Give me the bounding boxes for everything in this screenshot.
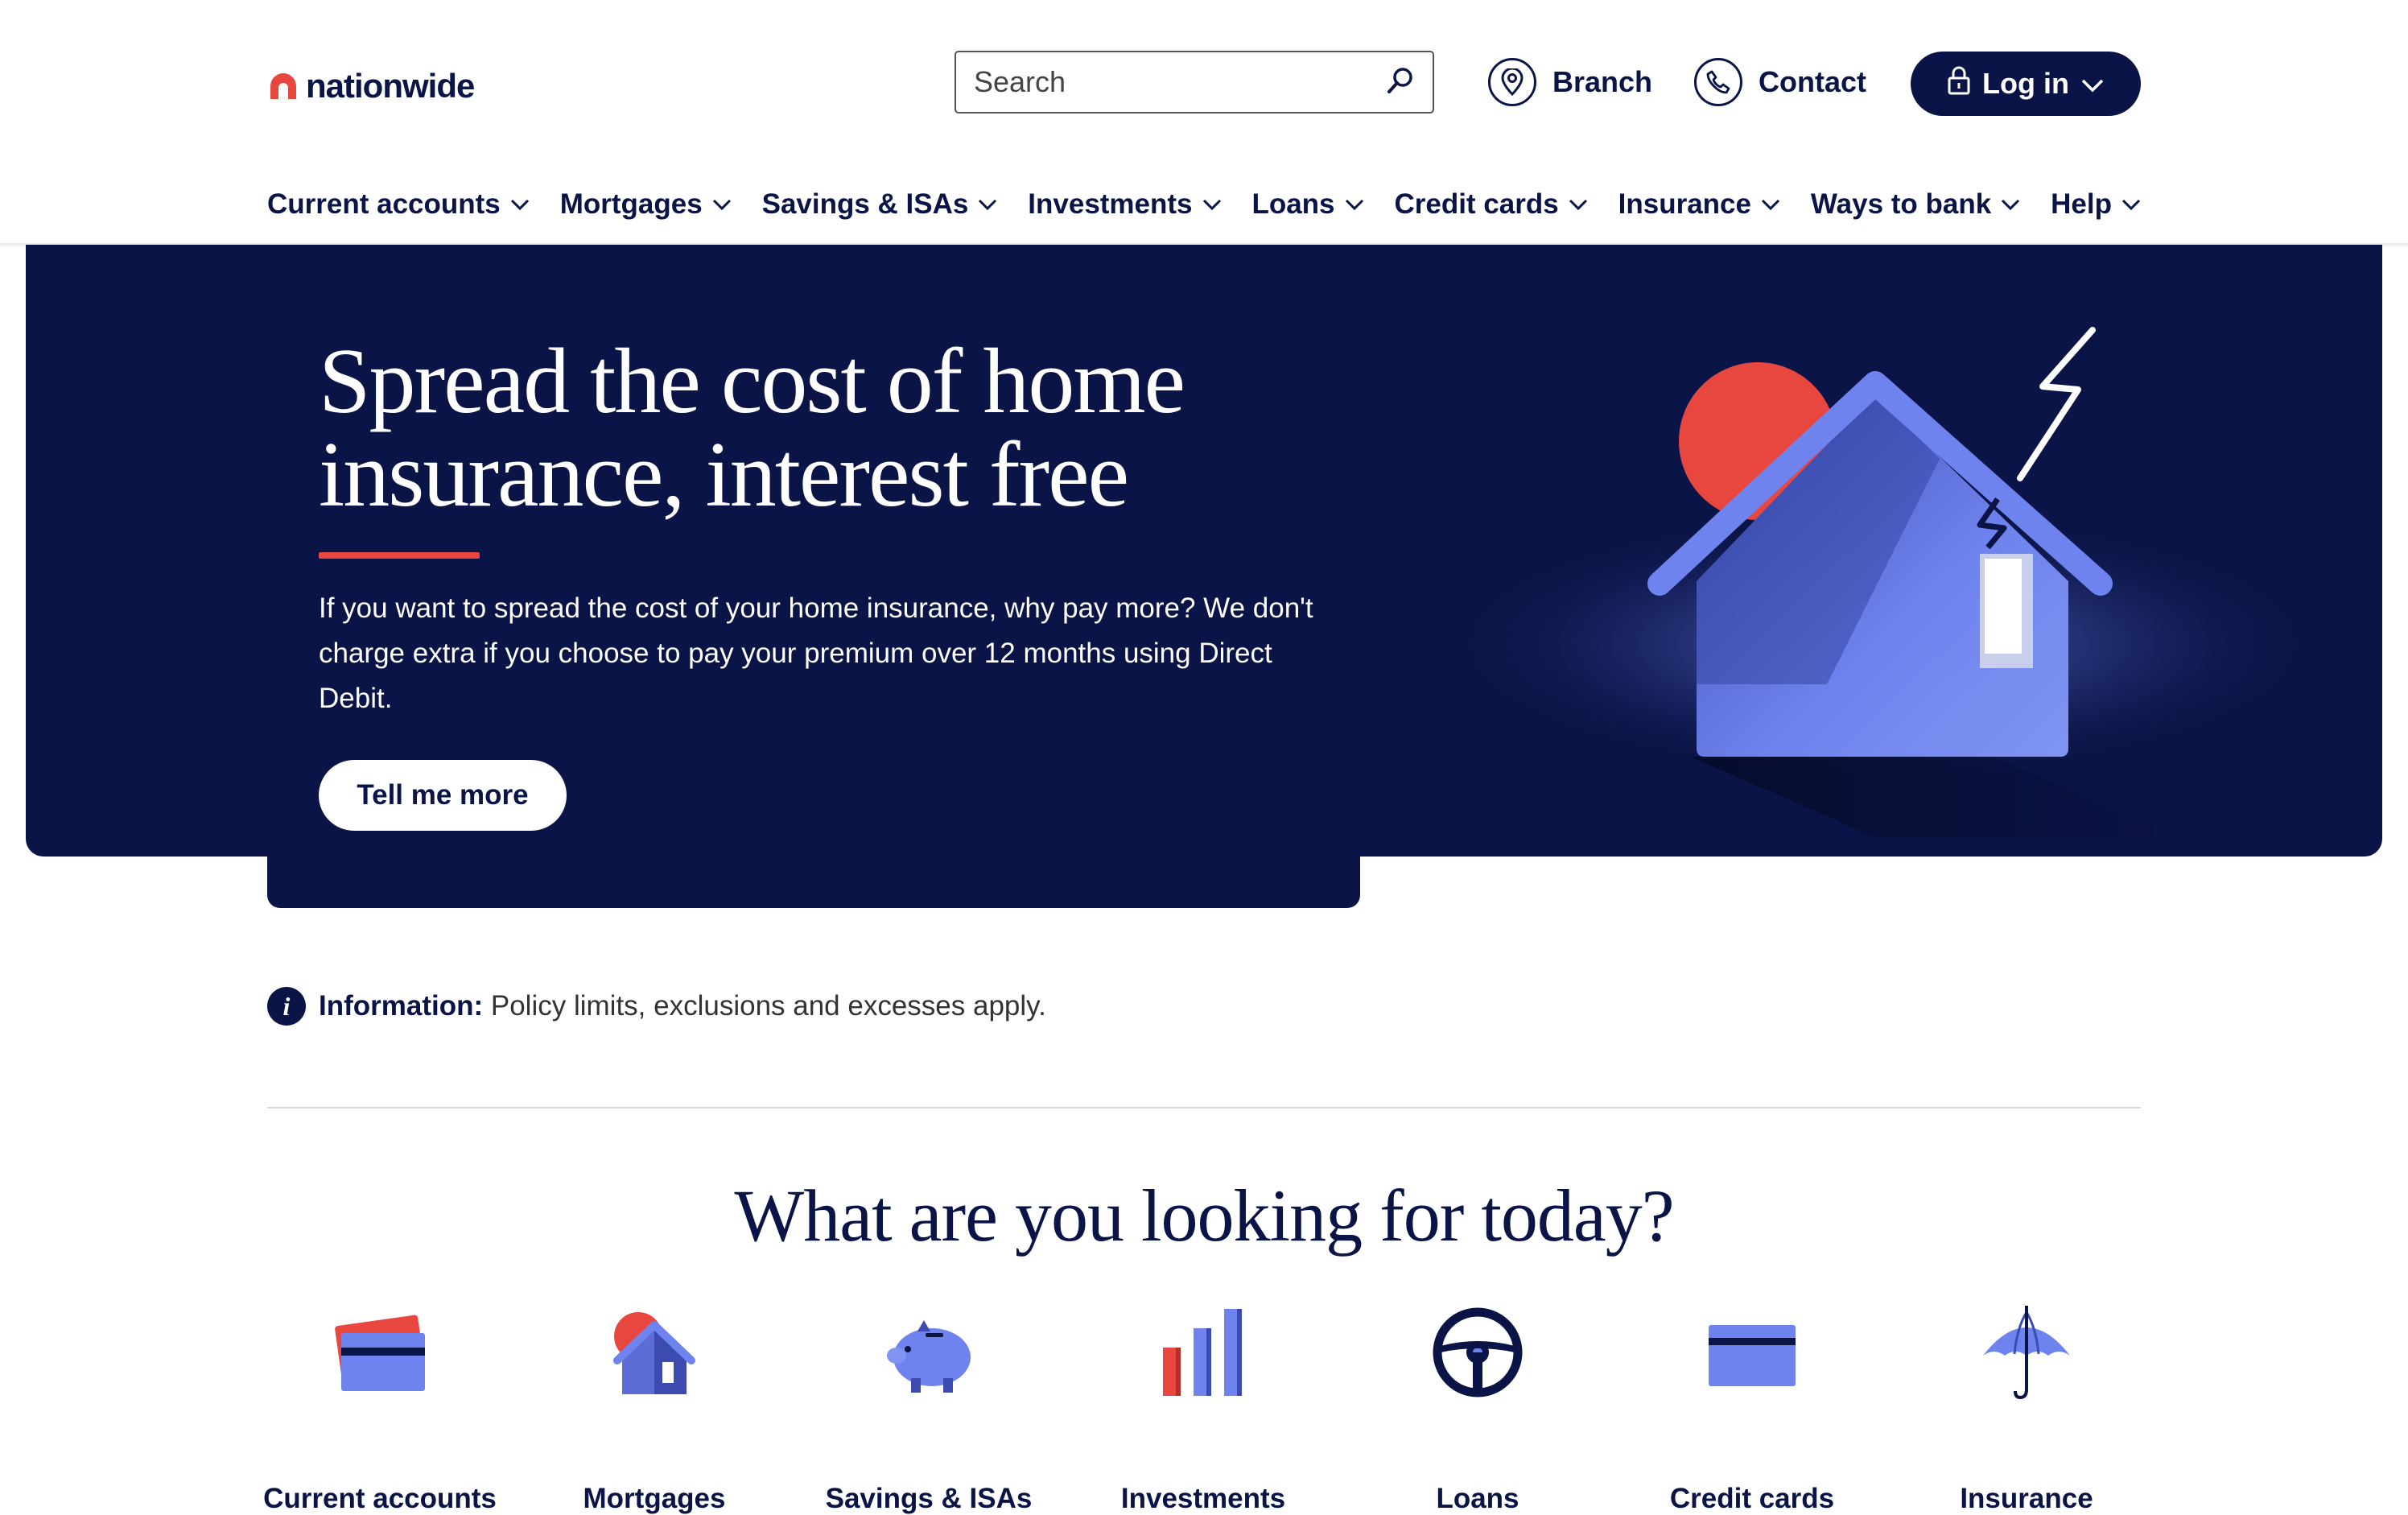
main-navigation: Current accounts Mortgages Savings & ISA… <box>267 180 2141 229</box>
nav-item-help[interactable]: Help <box>2051 188 2141 221</box>
nav-item-current-accounts[interactable]: Current accounts <box>267 188 530 221</box>
chevron-down-icon <box>712 199 731 211</box>
umbrella-icon <box>1978 1304 2075 1401</box>
tile-loans[interactable]: Loans <box>1357 1304 1598 1514</box>
contact-label: Contact <box>1759 65 1866 98</box>
tile-investments[interactable]: Investments <box>1082 1304 1324 1514</box>
nationwide-logo[interactable]: nationwide <box>267 66 475 106</box>
chevron-down-icon <box>2121 199 2141 211</box>
nav-item-label: Insurance <box>1618 188 1751 220</box>
contact-link[interactable]: Contact <box>1694 58 1866 106</box>
nav-item-label: Investments <box>1028 188 1193 220</box>
nav-item-label: Mortgages <box>559 188 703 220</box>
tile-label: Loans <box>1436 1483 1519 1514</box>
search-input[interactable] <box>974 65 1386 99</box>
nav-item-credit-cards[interactable]: Credit cards <box>1394 188 1587 221</box>
hero-title: Spread the cost of home insurance, inter… <box>319 335 1284 522</box>
tile-label: Mortgages <box>583 1483 726 1514</box>
chevron-down-icon <box>2002 199 2020 211</box>
chevron-down-icon <box>1345 199 1363 211</box>
bar-chart-icon <box>1155 1304 1251 1401</box>
nav-item-insurance[interactable]: Insurance <box>1618 188 1780 221</box>
nav-item-label: Credit cards <box>1394 188 1559 220</box>
nav-item-loans[interactable]: Loans <box>1251 188 1363 221</box>
tile-insurance[interactable]: Insurance <box>1906 1304 2147 1514</box>
house-with-lightning-illustration <box>1425 306 2342 853</box>
information-text: Policy limits, exclusions and excesses a… <box>490 990 1046 1022</box>
search-box[interactable] <box>955 51 1434 114</box>
search-icon[interactable] <box>1386 66 1415 99</box>
nav-item-label: Current accounts <box>267 188 501 220</box>
chevron-down-icon <box>1202 199 1221 211</box>
nationwide-logo-mark-icon <box>267 70 299 102</box>
tile-label: Insurance <box>1960 1483 2093 1514</box>
tile-label: Investments <box>1120 1483 1286 1514</box>
tile-credit-cards[interactable]: Credit cards <box>1631 1304 1873 1514</box>
tile-label: Savings & ISAs <box>825 1483 1033 1514</box>
tell-me-more-button[interactable]: Tell me more <box>319 760 567 831</box>
hero-title-line-1: Spread the cost of home <box>319 330 1185 433</box>
looking-for-title: What are you looking for today? <box>734 1174 1674 1257</box>
steering-wheel-icon <box>1429 1304 1526 1401</box>
log-in-button[interactable]: Log in <box>1911 52 2141 116</box>
nav-item-mortgages[interactable]: Mortgages <box>560 188 732 221</box>
nav-item-investments[interactable]: Investments <box>1028 188 1221 221</box>
tile-current-accounts[interactable]: Current accounts <box>259 1304 501 1514</box>
chevron-down-icon <box>2080 67 2105 101</box>
piggy-bank-icon <box>880 1304 977 1401</box>
branch-label: Branch <box>1552 65 1653 98</box>
info-icon: i <box>267 987 306 1026</box>
information-notice: i Information: Policy limits, exclusions… <box>267 987 1046 1026</box>
nav-item-label: Ways to bank <box>1810 188 1992 220</box>
logo-text: nationwide <box>306 67 475 105</box>
padlock-icon <box>1947 65 1971 103</box>
chevron-down-icon <box>1761 199 1780 211</box>
branch-link[interactable]: Branch <box>1488 58 1652 106</box>
chevron-down-icon <box>510 199 529 211</box>
nav-item-label: Loans <box>1251 188 1335 220</box>
house-icon <box>606 1304 703 1401</box>
tile-label: Credit cards <box>1669 1483 1835 1514</box>
hero-text-panel <box>267 837 1360 908</box>
hero-title-line-2: insurance, interest free <box>319 423 1129 526</box>
nav-item-savings-isas[interactable]: Savings & ISAs <box>762 188 998 221</box>
nav-item-ways-to-bank[interactable]: Ways to bank <box>1811 188 2020 221</box>
nav-item-label: Savings & ISAs <box>761 188 969 220</box>
chevron-down-icon <box>979 199 997 211</box>
tile-savings-isas[interactable]: Savings & ISAs <box>808 1304 1049 1514</box>
credit-card-icon <box>1704 1304 1800 1401</box>
hero-body-text: If you want to spread the cost of your h… <box>319 592 1313 714</box>
chevron-down-icon <box>1569 199 1587 211</box>
tile-mortgages[interactable]: Mortgages <box>534 1304 775 1514</box>
log-in-label: Log in <box>1982 67 2069 100</box>
hero-accent-rule <box>319 552 480 559</box>
phone-icon <box>1694 58 1742 106</box>
tile-label: Current accounts <box>263 1483 497 1514</box>
information-label: Information: <box>319 990 484 1022</box>
location-pin-icon <box>1488 58 1536 106</box>
nav-item-label: Help <box>2051 188 2112 220</box>
bank-cards-icon <box>332 1304 428 1401</box>
section-divider <box>267 1107 2141 1108</box>
